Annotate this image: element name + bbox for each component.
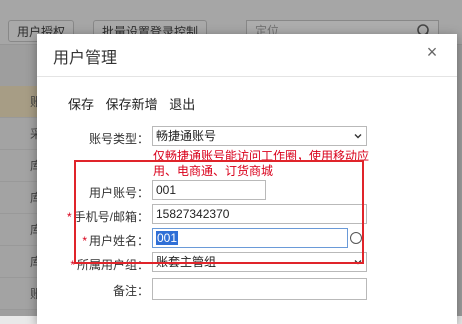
phone-email-label-text: 手机号/邮箱： [73, 210, 149, 224]
account-type-hint: 仅畅捷通账号能访问工作圈，使用移动应用、电商通、订货商城 [153, 149, 370, 178]
dialog-title: 用户管理 [53, 50, 118, 67]
user-group-value: 账套主管组 [156, 255, 217, 269]
phone-email-label: * 手机号/邮箱： [66, 210, 149, 224]
user-group-select[interactable]: 账套主管组 [152, 252, 367, 272]
remark-label: 备注： [112, 284, 149, 298]
user-name-label-text: 用户姓名： [88, 234, 149, 248]
divider [37, 76, 457, 77]
user-account-input[interactable]: 001 [152, 180, 266, 200]
exit-button[interactable]: 退出 [169, 94, 195, 113]
account-type-value: 畅捷通账号 [156, 129, 217, 143]
user-name-value: 001 [156, 231, 179, 245]
user-group-label-text: 所属用户组： [76, 258, 149, 272]
user-account-label: 用户账号： [88, 186, 149, 200]
save-button[interactable]: 保存 [68, 94, 94, 113]
chevron-down-icon [354, 260, 362, 265]
remark-textarea[interactable] [152, 278, 367, 300]
user-management-dialog: 用户管理 × 保存 保存新增 退出 账号类型： 畅捷通账号 仅畅捷通账号能访问工… [37, 34, 457, 324]
user-name-input[interactable]: 001 [152, 228, 348, 248]
phone-email-input[interactable]: 15827342370 [152, 204, 367, 224]
user-group-label: * 所属用户组： [70, 258, 149, 272]
save-and-new-button[interactable]: 保存新增 [106, 94, 158, 113]
user-name-label: * 用户姓名： [82, 234, 149, 248]
account-type-select[interactable]: 畅捷通账号 [152, 126, 367, 146]
close-icon[interactable]: × [423, 43, 441, 61]
chevron-down-icon [354, 134, 362, 139]
dialog-actions: 保存 保存新增 退出 [68, 94, 203, 113]
search-icon[interactable] [350, 232, 362, 244]
account-type-label: 账号类型： [88, 132, 149, 146]
